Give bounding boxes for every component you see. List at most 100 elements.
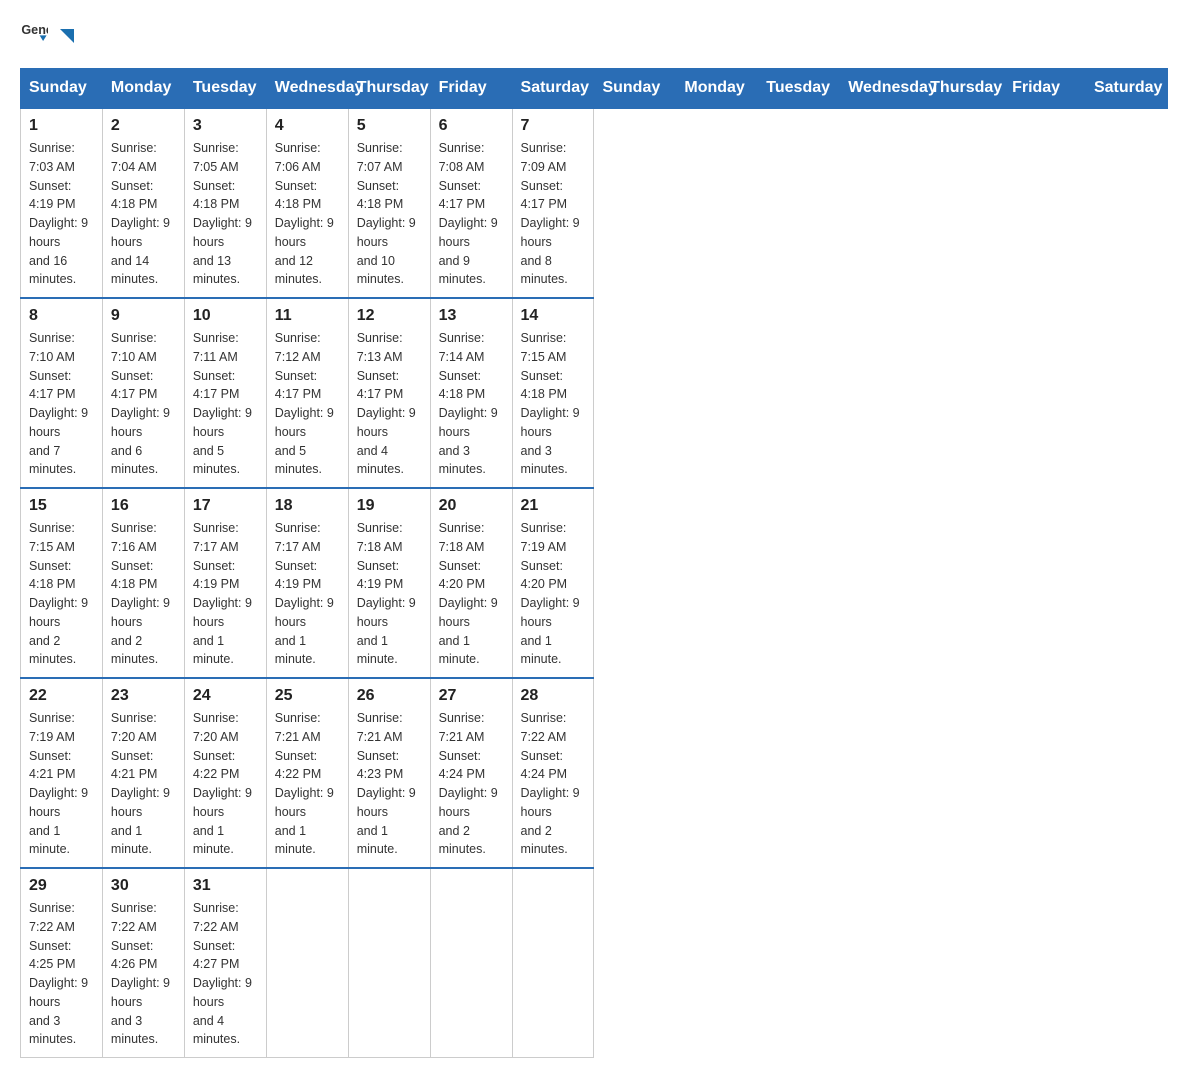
calendar-day-cell: 20Sunrise: 7:18 AMSunset: 4:20 PMDayligh… <box>430 488 512 678</box>
day-number: 8 <box>29 307 94 325</box>
day-number: 9 <box>111 307 176 325</box>
calendar-day-cell <box>430 868 512 1058</box>
day-info: Sunrise: 7:18 AMSunset: 4:20 PMDaylight:… <box>439 519 504 669</box>
calendar-week-row: 1 Sunrise: 7:03 AMSunset: 4:19 PMDaylight… <box>21 108 1168 298</box>
calendar-day-cell: 18Sunrise: 7:17 AMSunset: 4:19 PMDayligh… <box>266 488 348 678</box>
calendar-week-row: 8 Sunrise: 7:10 AMSunset: 4:17 PMDaylight… <box>21 298 1168 488</box>
col-header-friday: Friday <box>430 69 512 109</box>
day-info: Sunrise: 7:04 AMSunset: 4:18 PMDaylight:… <box>111 139 176 289</box>
col-header-monday: Monday <box>676 69 758 109</box>
day-number: 11 <box>275 307 340 325</box>
day-info: Sunrise: 7:22 AMSunset: 4:26 PMDaylight:… <box>111 899 176 1049</box>
day-number: 19 <box>357 497 422 515</box>
calendar-day-cell: 29 Sunrise: 7:22 AMSunset: 4:25 PMDayligh… <box>21 868 103 1058</box>
day-info: Sunrise: 7:10 AMSunset: 4:17 PMDaylight:… <box>29 329 94 479</box>
col-header-thursday: Thursday <box>922 69 1004 109</box>
calendar-day-cell: 28 Sunrise: 7:22 AMSunset: 4:24 PMDayligh… <box>512 678 594 868</box>
day-info: Sunrise: 7:15 AMSunset: 4:18 PMDaylight:… <box>521 329 586 479</box>
day-info: Sunrise: 7:15 AMSunset: 4:18 PMDaylight:… <box>29 519 94 669</box>
calendar-day-cell: 22 Sunrise: 7:19 AMSunset: 4:21 PMDayligh… <box>21 678 103 868</box>
calendar-day-cell: 4 Sunrise: 7:06 AMSunset: 4:18 PMDaylight… <box>266 108 348 298</box>
day-number: 13 <box>439 307 504 325</box>
day-info: Sunrise: 7:16 AMSunset: 4:18 PMDaylight:… <box>111 519 176 669</box>
calendar-day-cell: 14 Sunrise: 7:15 AMSunset: 4:18 PMDayligh… <box>512 298 594 488</box>
day-info: Sunrise: 7:20 AMSunset: 4:22 PMDaylight:… <box>193 709 258 859</box>
day-number: 21 <box>521 497 586 515</box>
calendar-day-cell <box>512 868 594 1058</box>
day-info: Sunrise: 7:10 AMSunset: 4:17 PMDaylight:… <box>111 329 176 479</box>
calendar-day-cell: 25 Sunrise: 7:21 AMSunset: 4:22 PMDayligh… <box>266 678 348 868</box>
logo-triangle-icon <box>54 25 78 49</box>
calendar-week-row: 29 Sunrise: 7:22 AMSunset: 4:25 PMDayligh… <box>21 868 1168 1058</box>
calendar-day-cell: 8 Sunrise: 7:10 AMSunset: 4:17 PMDaylight… <box>21 298 103 488</box>
day-number: 4 <box>275 117 340 135</box>
day-number: 23 <box>111 687 176 705</box>
day-number: 6 <box>439 117 504 135</box>
calendar-day-cell: 16 Sunrise: 7:16 AMSunset: 4:18 PMDayligh… <box>102 488 184 678</box>
calendar-header-row: SundayMondayTuesdayWednesdayThursdayFrid… <box>21 69 1168 109</box>
calendar-day-cell: 31Sunrise: 7:22 AMSunset: 4:27 PMDayligh… <box>184 868 266 1058</box>
calendar-day-cell: 10Sunrise: 7:11 AMSunset: 4:17 PMDayligh… <box>184 298 266 488</box>
logo: General <box>20 20 78 48</box>
day-info: Sunrise: 7:18 AMSunset: 4:19 PMDaylight:… <box>357 519 422 669</box>
day-info: Sunrise: 7:22 AMSunset: 4:24 PMDaylight:… <box>521 709 586 859</box>
col-header-tuesday: Tuesday <box>184 69 266 109</box>
day-info: Sunrise: 7:19 AMSunset: 4:21 PMDaylight:… <box>29 709 94 859</box>
calendar-day-cell: 7Sunrise: 7:09 AMSunset: 4:17 PMDaylight… <box>512 108 594 298</box>
day-info: Sunrise: 7:14 AMSunset: 4:18 PMDaylight:… <box>439 329 504 479</box>
calendar-table: SundayMondayTuesdayWednesdayThursdayFrid… <box>20 68 1168 1058</box>
calendar-day-cell: 26Sunrise: 7:21 AMSunset: 4:23 PMDayligh… <box>348 678 430 868</box>
col-header-monday: Monday <box>102 69 184 109</box>
col-header-sunday: Sunday <box>21 69 103 109</box>
day-number: 28 <box>521 687 586 705</box>
day-number: 29 <box>29 877 94 895</box>
day-number: 15 <box>29 497 94 515</box>
calendar-day-cell: 17Sunrise: 7:17 AMSunset: 4:19 PMDayligh… <box>184 488 266 678</box>
day-number: 30 <box>111 877 176 895</box>
calendar-day-cell: 21Sunrise: 7:19 AMSunset: 4:20 PMDayligh… <box>512 488 594 678</box>
day-number: 1 <box>29 117 94 135</box>
day-info: Sunrise: 7:21 AMSunset: 4:22 PMDaylight:… <box>275 709 340 859</box>
calendar-day-cell: 13 Sunrise: 7:14 AMSunset: 4:18 PMDayligh… <box>430 298 512 488</box>
day-info: Sunrise: 7:22 AMSunset: 4:25 PMDaylight:… <box>29 899 94 1049</box>
day-info: Sunrise: 7:20 AMSunset: 4:21 PMDaylight:… <box>111 709 176 859</box>
day-number: 7 <box>521 117 586 135</box>
day-number: 12 <box>357 307 422 325</box>
day-number: 5 <box>357 117 422 135</box>
calendar-day-cell: 3 Sunrise: 7:05 AMSunset: 4:18 PMDaylight… <box>184 108 266 298</box>
day-number: 16 <box>111 497 176 515</box>
col-header-friday: Friday <box>1004 69 1086 109</box>
day-number: 10 <box>193 307 258 325</box>
day-number: 22 <box>29 687 94 705</box>
col-header-saturday: Saturday <box>1085 69 1167 109</box>
calendar-day-cell: 6Sunrise: 7:08 AMSunset: 4:17 PMDaylight… <box>430 108 512 298</box>
col-header-sunday: Sunday <box>594 69 676 109</box>
calendar-week-row: 15 Sunrise: 7:15 AMSunset: 4:18 PMDayligh… <box>21 488 1168 678</box>
calendar-day-cell <box>266 868 348 1058</box>
day-info: Sunrise: 7:03 AMSunset: 4:19 PMDaylight:… <box>29 139 94 289</box>
calendar-day-cell: 1 Sunrise: 7:03 AMSunset: 4:19 PMDaylight… <box>21 108 103 298</box>
calendar-week-row: 22 Sunrise: 7:19 AMSunset: 4:21 PMDayligh… <box>21 678 1168 868</box>
day-info: Sunrise: 7:17 AMSunset: 4:19 PMDaylight:… <box>193 519 258 669</box>
day-info: Sunrise: 7:12 AMSunset: 4:17 PMDaylight:… <box>275 329 340 479</box>
day-info: Sunrise: 7:21 AMSunset: 4:24 PMDaylight:… <box>439 709 504 859</box>
day-info: Sunrise: 7:13 AMSunset: 4:17 PMDaylight:… <box>357 329 422 479</box>
day-number: 25 <box>275 687 340 705</box>
calendar-day-cell: 30 Sunrise: 7:22 AMSunset: 4:26 PMDayligh… <box>102 868 184 1058</box>
calendar-day-cell: 27Sunrise: 7:21 AMSunset: 4:24 PMDayligh… <box>430 678 512 868</box>
calendar-day-cell: 11 Sunrise: 7:12 AMSunset: 4:17 PMDayligh… <box>266 298 348 488</box>
calendar-day-cell: 12 Sunrise: 7:13 AMSunset: 4:17 PMDayligh… <box>348 298 430 488</box>
day-info: Sunrise: 7:07 AMSunset: 4:18 PMDaylight:… <box>357 139 422 289</box>
calendar-day-cell: 19 Sunrise: 7:18 AMSunset: 4:19 PMDayligh… <box>348 488 430 678</box>
day-info: Sunrise: 7:05 AMSunset: 4:18 PMDaylight:… <box>193 139 258 289</box>
day-number: 2 <box>111 117 176 135</box>
col-header-tuesday: Tuesday <box>758 69 840 109</box>
day-info: Sunrise: 7:22 AMSunset: 4:27 PMDaylight:… <box>193 899 258 1049</box>
day-info: Sunrise: 7:06 AMSunset: 4:18 PMDaylight:… <box>275 139 340 289</box>
calendar-day-cell: 15 Sunrise: 7:15 AMSunset: 4:18 PMDayligh… <box>21 488 103 678</box>
day-info: Sunrise: 7:17 AMSunset: 4:19 PMDaylight:… <box>275 519 340 669</box>
col-header-wednesday: Wednesday <box>840 69 922 109</box>
calendar-day-cell <box>348 868 430 1058</box>
day-number: 14 <box>521 307 586 325</box>
day-number: 3 <box>193 117 258 135</box>
